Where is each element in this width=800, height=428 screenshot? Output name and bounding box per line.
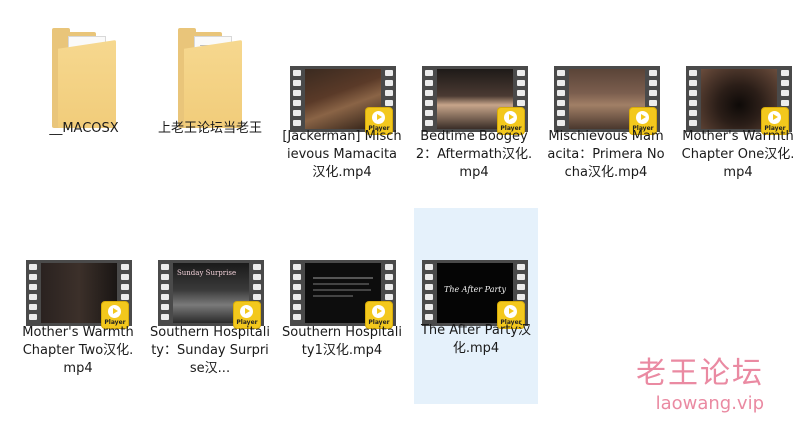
item-label: The After Party汉化.mp4 (420, 323, 532, 356)
item-label: 上老王论坛当老王 (157, 121, 262, 136)
item-label: __MACOSX (49, 121, 119, 136)
item-label: Bedtime Boogey2：Aftermath汉化.mp4 (415, 129, 533, 180)
video-item[interactable]: Player [Jackerman] Mischievous Mamacita汉… (280, 10, 404, 206)
video-item[interactable]: Player Mother's Warmth Chapter Two汉化.mp4 (16, 206, 140, 402)
item-label: Mother's Warmth Chapter Two汉化.mp4 (22, 325, 134, 376)
video-item[interactable]: Sunday Surprise Player Southern Hospital… (148, 206, 272, 402)
item-label: Mother's Warmth Chapter One汉化.mp4 (681, 129, 795, 180)
video-item[interactable]: Player Southern Hospitality1汉化.mp4 (280, 206, 404, 402)
thumbnail-title: The After Party (443, 285, 507, 294)
watermark-url: laowang.vip (655, 393, 764, 414)
video-item[interactable]: Player Mischievous Mamacita：Primera Noch… (544, 10, 668, 206)
folder-icon (178, 28, 242, 128)
folder-icon (52, 28, 116, 128)
video-item[interactable]: Player Mother's Warmth Chapter One汉化.mp4 (676, 10, 800, 206)
watermark: 老王论坛 laowang.vip (636, 356, 764, 416)
item-label: [Jackerman] Mischievous Mamacita汉化.mp4 (282, 129, 402, 180)
item-label: Southern Hospitality1汉化.mp4 (282, 325, 402, 358)
folder-item[interactable]: 上老王论坛当老王 (148, 2, 272, 198)
folder-item[interactable]: __MACOSX (22, 2, 146, 198)
thumbnail-title: Sunday Surprise (177, 269, 237, 277)
video-item[interactable]: Player Bedtime Boogey2：Aftermath汉化.mp4 (412, 10, 536, 206)
item-label: Southern Hospitality：Sunday Surprise汉... (150, 325, 270, 376)
item-label: Mischievous Mamacita：Primera Nocha汉化.mp4 (547, 129, 665, 180)
video-item[interactable]: The After Party Player The After Party汉化… (414, 208, 538, 404)
watermark-title: 老王论坛 (636, 356, 764, 391)
